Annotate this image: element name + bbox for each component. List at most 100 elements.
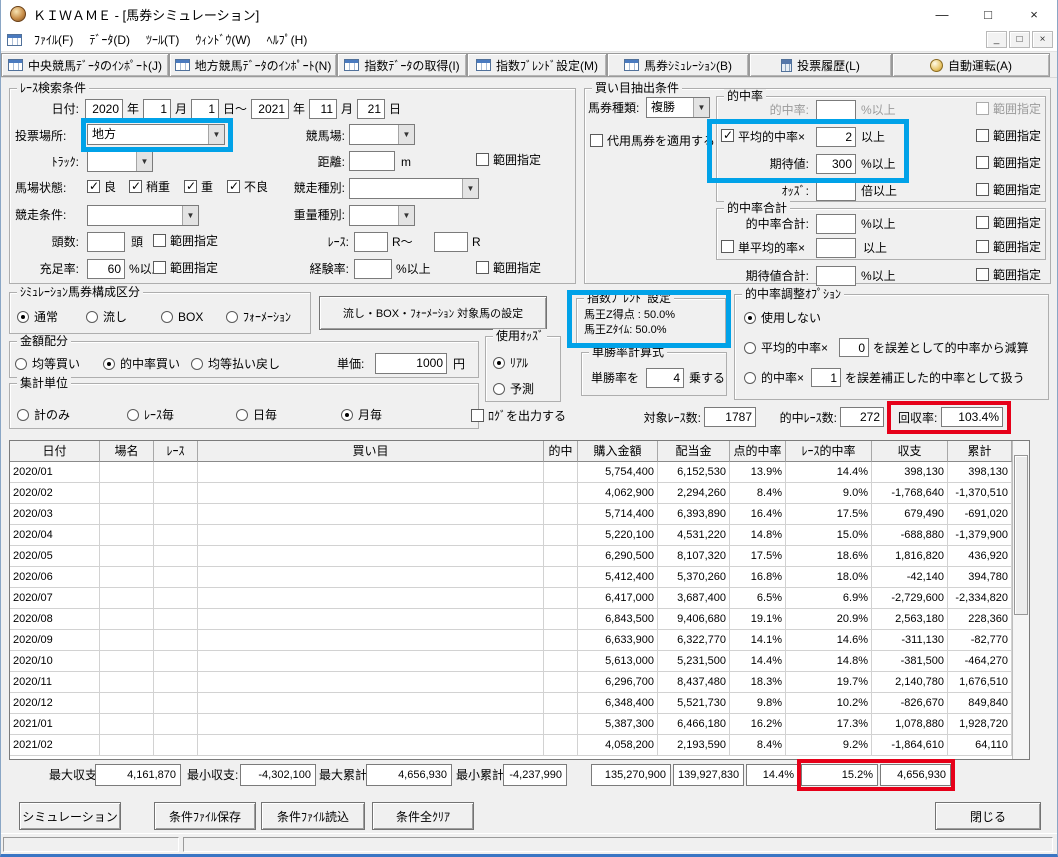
toolbar-button[interactable]: 馬券ｼﾐｭﾚｰｼｮﾝ(B) — [607, 53, 749, 77]
adjust-correct-radio[interactable] — [744, 372, 756, 384]
condition-combobox[interactable]: ▼ — [87, 205, 199, 226]
ticket-type-combobox[interactable]: 複勝 ▼ — [646, 97, 710, 118]
menu-item[interactable]: ﾌｧｲﾙ(F) — [26, 28, 81, 51]
table-row[interactable]: 2020/03 5,714,400 6,393,890 16.4% 17.5% 679,4… — [10, 504, 1029, 525]
mdi-close-button[interactable]: × — [1032, 31, 1053, 48]
course-combobox[interactable]: ▼ — [349, 124, 415, 145]
table-header-cell[interactable]: 的中 — [544, 441, 578, 462]
table-header-cell[interactable]: 収支 — [872, 441, 948, 462]
menu-item[interactable]: ﾂｰﾙ(T) — [138, 28, 187, 51]
race-type-combobox[interactable]: ▼ — [349, 178, 479, 199]
amount-equal-radio[interactable] — [15, 358, 27, 370]
table-row[interactable]: 2020/08 6,843,500 9,406,680 19.1% 20.9% 2,563… — [10, 609, 1029, 630]
odds-real-radio[interactable] — [493, 357, 505, 369]
mdi-system-icon[interactable] — [7, 33, 22, 46]
dropdown-arrow-icon[interactable]: ▼ — [462, 179, 478, 198]
menu-item[interactable]: ﾃﾞｰﾀ(D) — [81, 28, 138, 51]
table-row[interactable]: 2020/12 6,348,400 5,521,730 9.8% 10.2% -826,6… — [10, 693, 1029, 714]
hit-total-range-checkbox[interactable] — [976, 216, 989, 229]
table-header-cell[interactable]: 配当金 — [658, 441, 730, 462]
table-row[interactable]: 2020/07 6,417,000 3,687,400 6.5% 6.9% -2,729,… — [10, 588, 1029, 609]
table-header-cell[interactable]: 累計 — [948, 441, 1012, 462]
scrollbar-thumb[interactable] — [1014, 455, 1028, 615]
baba-heavy-checkbox[interactable] — [184, 179, 197, 193]
distance-field[interactable] — [349, 151, 395, 171]
agg-per-race-radio[interactable] — [127, 409, 139, 421]
agg-per-day-radio[interactable] — [236, 409, 248, 421]
single-avg-range-checkbox[interactable] — [976, 240, 989, 253]
table-row[interactable]: 2021/01 5,387,300 6,466,180 16.2% 17.3% 1,078… — [10, 714, 1029, 735]
date-from-day-field[interactable]: 1 — [191, 99, 219, 119]
fill-range-checkbox[interactable] — [153, 261, 166, 274]
table-row[interactable]: 2020/09 6,633,900 6,322,770 14.1% 14.6% -311,… — [10, 630, 1029, 651]
comp-box-radio[interactable] — [161, 311, 173, 323]
table-row[interactable]: 2020/06 5,412,400 5,370,260 16.8% 18.0% -42,1… — [10, 567, 1029, 588]
baba-slightly-heavy-checkbox[interactable] — [129, 179, 142, 193]
simulate-button[interactable]: シミュレーション — [19, 802, 121, 830]
single-avg-field[interactable] — [816, 238, 856, 258]
experience-range-checkbox[interactable] — [476, 261, 489, 274]
close-dialog-button[interactable]: 閉じる — [935, 802, 1041, 830]
comp-formation-radio[interactable] — [226, 311, 238, 323]
table-row[interactable]: 2020/05 6,290,500 8,107,320 17.5% 18.6% 1,816… — [10, 546, 1029, 567]
date-to-month-field[interactable]: 11 — [309, 99, 337, 119]
toolbar-button[interactable]: 地方競馬ﾃﾞｰﾀのｲﾝﾎﾟｰﾄ(N) — [169, 53, 337, 77]
minimize-button[interactable]: — — [919, 0, 965, 28]
amount-payback-radio[interactable] — [191, 358, 203, 370]
expected-total-range-checkbox[interactable] — [976, 268, 989, 281]
mdi-minimize-button[interactable]: _ — [986, 31, 1007, 48]
table-header-cell[interactable]: 場名 — [100, 441, 154, 462]
close-button[interactable]: × — [1011, 0, 1057, 28]
table-row[interactable]: 2020/04 5,220,100 4,531,220 14.8% 15.0% -688,… — [10, 525, 1029, 546]
table-row[interactable]: 2020/02 4,062,900 2,294,260 8.4% 9.0% -1,768,… — [10, 483, 1029, 504]
expected-value-field[interactable]: 300 — [816, 154, 856, 174]
dropdown-arrow-icon[interactable]: ▼ — [136, 152, 152, 171]
baba-bad-checkbox[interactable] — [227, 179, 240, 193]
dropdown-arrow-icon[interactable]: ▼ — [693, 98, 709, 117]
adjust-subtract-radio[interactable] — [744, 342, 756, 354]
fill-rate-field[interactable]: 60 — [87, 259, 125, 279]
dropdown-arrow-icon[interactable]: ▼ — [208, 125, 224, 144]
toolbar-button[interactable]: 指数ﾌﾞﾚﾝﾄﾞ設定(M) — [467, 53, 607, 77]
comp-nagashi-radio[interactable] — [86, 311, 98, 323]
place-combobox[interactable]: 地方 ▼ — [87, 124, 225, 145]
dropdown-arrow-icon[interactable]: ▼ — [398, 206, 414, 225]
amount-hitrate-radio[interactable] — [103, 358, 115, 370]
avg-range-checkbox[interactable] — [976, 129, 989, 142]
substitute-ticket-checkbox[interactable] — [590, 134, 603, 147]
win-calc-power-field[interactable]: 4 — [646, 368, 684, 388]
table-header-cell[interactable]: ﾚｰｽ — [154, 441, 198, 462]
hit-rate-total-field[interactable] — [816, 214, 856, 234]
agg-total-only-radio[interactable] — [17, 409, 29, 421]
dropdown-arrow-icon[interactable]: ▼ — [182, 206, 198, 225]
odds-field[interactable] — [816, 181, 856, 201]
adjust-correct-field[interactable]: 1 — [811, 368, 841, 387]
hit-rate-range-checkbox[interactable] — [976, 102, 989, 115]
table-row[interactable]: 2020/11 6,296,700 8,437,480 18.3% 19.7% 2,140… — [10, 672, 1029, 693]
date-to-year-field[interactable]: 2021 — [251, 99, 289, 119]
odds-range-checkbox[interactable] — [976, 183, 989, 196]
table-scrollbar[interactable] — [1012, 441, 1029, 759]
avg-hit-rate-field[interactable]: 2 — [816, 127, 856, 147]
table-row[interactable]: 2020/01 5,754,400 6,152,530 13.9% 14.4% 398,1… — [10, 462, 1029, 483]
hit-rate-field[interactable] — [816, 100, 856, 120]
save-conditions-button[interactable]: 条件ﾌｧｲﾙ保存 — [154, 802, 256, 830]
track-combobox[interactable]: ▼ — [87, 151, 153, 172]
date-from-year-field[interactable]: 2020 — [85, 99, 123, 119]
toolbar-button[interactable]: 自動運転(A) — [892, 53, 1050, 77]
race-from-field[interactable] — [354, 232, 388, 252]
single-avg-checkbox[interactable] — [721, 240, 734, 253]
load-conditions-button[interactable]: 条件ﾌｧｲﾙ読込 — [261, 802, 365, 830]
mdi-restore-button[interactable]: □ — [1009, 31, 1030, 48]
table-header-cell[interactable]: 買い目 — [198, 441, 544, 462]
target-horse-settings-button[interactable]: 流し・BOX・ﾌｫｰﾒｰｼｮﾝ 対象馬の設定 — [319, 296, 547, 330]
heads-field[interactable] — [87, 232, 125, 252]
table-header-cell[interactable]: ﾚｰｽ的中率 — [786, 441, 872, 462]
agg-per-month-radio[interactable] — [341, 409, 353, 421]
unit-price-field[interactable]: 1000 — [375, 353, 447, 374]
adjust-none-radio[interactable] — [744, 312, 756, 324]
toolbar-button[interactable]: 指数ﾃﾞｰﾀの取得(I) — [337, 53, 467, 77]
expected-range-checkbox[interactable] — [976, 156, 989, 169]
expected-total-field[interactable] — [816, 266, 856, 286]
maximize-button[interactable]: □ — [965, 0, 1011, 28]
